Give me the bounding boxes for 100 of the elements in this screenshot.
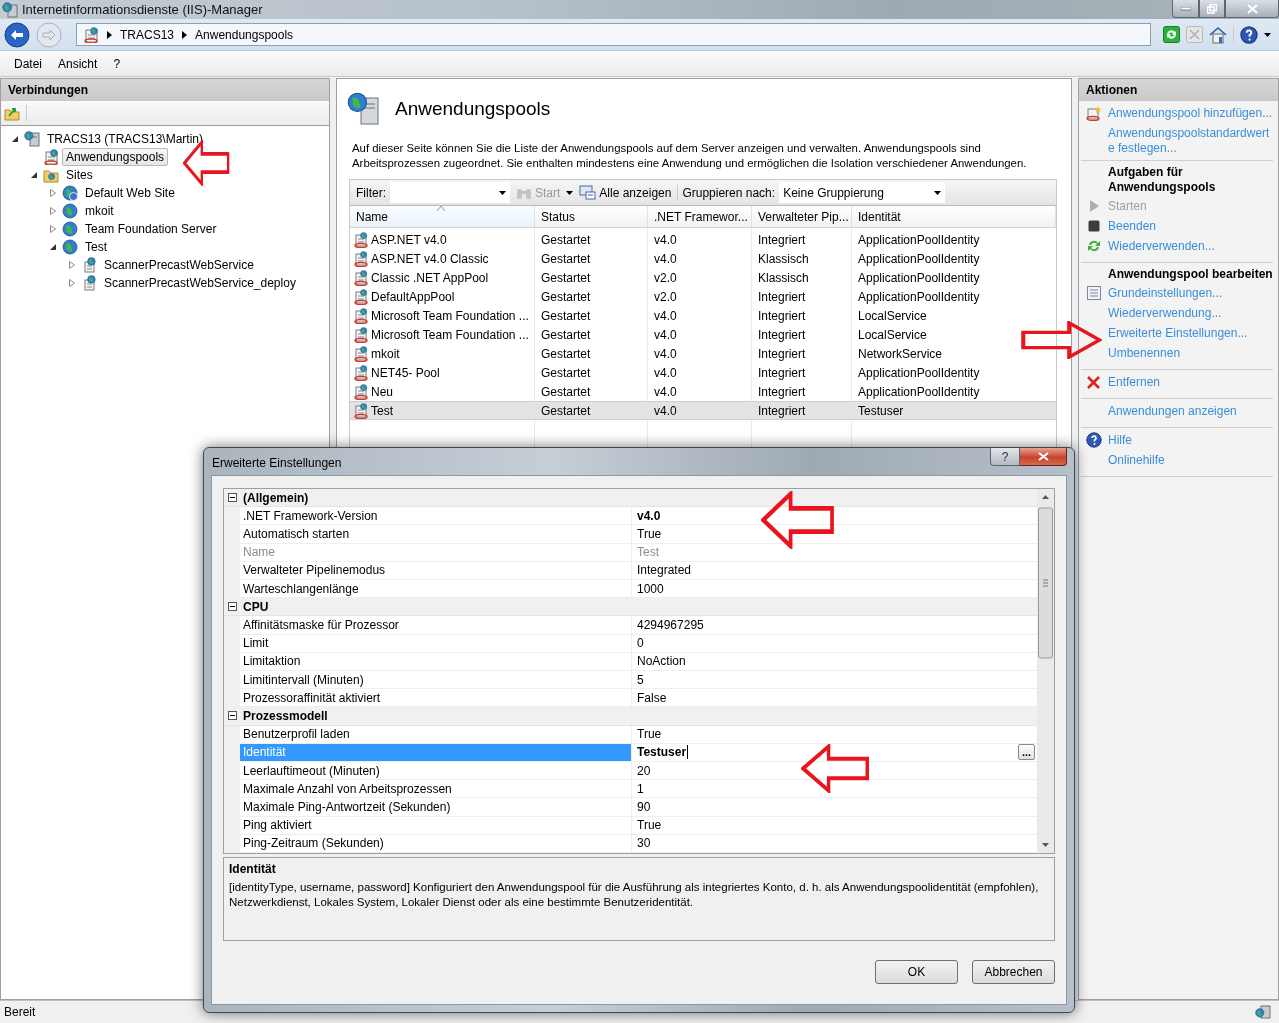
group-by-label: Gruppieren nach: [682,185,776,200]
dialog-button[interactable]: Abbrechen [972,959,1055,984]
column-header[interactable]: Verwalteter Pip... [752,206,852,227]
panel-header: Aktionen [1079,79,1278,101]
page-title: Anwendungspools [395,97,551,120]
help-button[interactable]: ? [990,448,1020,466]
table-cell-text: Gestartet [540,364,592,382]
table-cell-text: v4.0 [653,364,678,382]
property-value[interactable]: True [637,818,662,833]
category-title: CPU [242,599,269,614]
menu-item[interactable]: Ansicht [50,56,106,71]
tree-item[interactable]: Anwendungspools [62,148,169,166]
table-cell: DefaultAppPool [350,287,535,306]
table-cell-text: v4.0 [653,307,678,325]
table-cell-text: LocalService [857,307,928,325]
table-cell-text: ApplicationPoolIdentity [857,383,981,401]
table-cell: NET45- Pool [350,363,535,382]
table-cell-text: v4.0 [653,231,678,249]
status-text: Bereit [4,1005,36,1019]
section-heading: Anwendungspool bearbeiten [1107,267,1273,282]
table-cell-text: Gestartet [540,326,592,344]
table-cell-text: NetworkService [857,345,944,363]
property-name[interactable]: Affinitätsmaske für Prozessor [240,616,632,635]
table-cell: Microsoft Team Foundation ... [350,325,535,344]
dialog-button[interactable]: OK [875,959,958,984]
table-cell-text: Gestartet [540,383,592,401]
table-cell-text: v4.0 [653,345,678,363]
tree-item[interactable]: ScannerPrecastWebService [100,256,258,274]
column-header[interactable]: .NET Framewor... [648,206,752,227]
property-value[interactable]: True [637,727,662,742]
property-value[interactable]: 20 [637,763,651,778]
description-title: Identität [229,862,277,876]
table-cell-text: Integriert [757,288,807,306]
tree-item[interactable]: mkoit [81,202,118,220]
property-name[interactable]: Maximale Anzahl von Arbeitsprozessen [240,780,632,799]
menu-item[interactable]: Datei [6,56,50,71]
column-header[interactable]: Name [350,206,535,227]
table-cell-text: ApplicationPoolIdentity [857,269,981,287]
tree-item[interactable]: TRACS13 (TRACS13\Martin) [43,130,208,148]
address-field[interactable]: TRACS13 Anwendungspools [76,23,1151,46]
table-cell-text: v2.0 [653,288,678,306]
property-value[interactable]: 5 [637,672,644,687]
table-cell-text: Gestartet [540,269,592,287]
property-name[interactable]: Prozessoraffinität aktiviert [240,689,632,708]
description-text: [identityType, username, password] Konfiguriert den Anwendungspool für die Ausführung als integriertes Konto, d. h. als Anwendungspoolidentität (empfohlen), Netzwerkdienst, Lokales System, Lokaler Dienst oder als eine bestimmte Benutzeridentität. [229,880,1040,910]
property-value[interactable]: NoAction [637,654,686,669]
page-description: Auf dieser Seite können Sie die Liste der Anwendungspools auf dem Server anzeigen und verwalten. Anwendungspools sind Arbeitsprozessen zugeordnet. Sie enthalten mindestens eine Anwendung und ermöglichen die Isolation verschiedener Anwendungen. [352,141,1028,171]
tree-item[interactable]: ScannerPrecastWebService_deploy [100,274,300,292]
column-header[interactable]: Status [535,206,648,227]
table-cell-text: v4.0 [653,326,678,344]
table-cell: Gestartet [535,401,648,420]
table-cell-text: v4.0 [653,250,678,268]
property-value[interactable]: Integrated [637,563,692,578]
breadcrumb[interactable]: TRACS13 [120,27,175,42]
table-cell-text: Integriert [757,383,807,401]
table-cell-text: Gestartet [540,345,592,363]
property-name[interactable]: Automatisch starten [240,525,632,544]
table-cell: Test [350,401,535,420]
property-value[interactable]: True [637,527,662,541]
table-cell: Testuser [852,401,1056,420]
menu-item[interactable]: ? [105,56,129,71]
table-cell-text: Gestartet [540,231,592,249]
table-cell: Microsoft Team Foundation ... [350,306,535,325]
property-value[interactable]: 90 [637,799,651,814]
table-cell-text: Integriert [757,364,807,382]
group-by-dropdown[interactable]: Keine Gruppierung [779,182,946,203]
browse-button[interactable]: ... [1018,744,1035,761]
property-value[interactable]: 0 [637,636,644,651]
property-value[interactable]: 30 [637,836,651,851]
property-value[interactable]: 1000 [637,581,664,596]
property-name[interactable]: .NET Framework-Version [240,507,632,526]
table-cell: v4.0 [648,401,752,420]
table-cell-text: ApplicationPoolIdentity [857,364,981,382]
property-name[interactable]: Maximale Ping-Antwortzeit (Sekunden) [240,798,632,817]
table-cell-text: LocalService [857,326,928,344]
table-cell-text: Integriert [757,326,807,344]
panel-header: Verbindungen [1,79,329,101]
table-cell-text: Integriert [757,345,807,363]
table-cell-text: Klassisch [757,269,810,287]
tree-item[interactable]: Test [81,238,111,256]
table-cell-text: Gestartet [540,307,592,325]
tree-item[interactable]: Default Web Site [81,184,179,202]
breadcrumb[interactable]: Anwendungspools [195,27,294,42]
table-cell-text: v4.0 [653,383,678,401]
table-cell: ASP.NET v4.0 Classic [350,249,535,268]
property-value[interactable]: 1 [637,781,644,796]
table-cell-text: ApplicationPoolIdentity [857,288,981,306]
table-cell-text: Integriert [757,307,807,325]
column-header[interactable]: Identität [852,206,1056,227]
property-value[interactable]: Testuser [637,745,687,760]
section-heading: Aufgaben für Anwendungspools [1107,165,1217,195]
table-cell-text: ApplicationPoolIdentity [857,231,981,249]
filter-label: Filter: [356,185,386,200]
tree-item[interactable]: Team Foundation Server [81,220,221,238]
property-value[interactable]: False [637,690,667,705]
property-value[interactable]: 4294967295 [637,618,704,632]
tree-item[interactable]: Sites [62,166,97,184]
show-all-button[interactable]: Alle anzeigen [577,185,674,200]
table-cell-text: ApplicationPoolIdentity [857,250,981,268]
property-value[interactable]: v4.0 [637,508,661,523]
